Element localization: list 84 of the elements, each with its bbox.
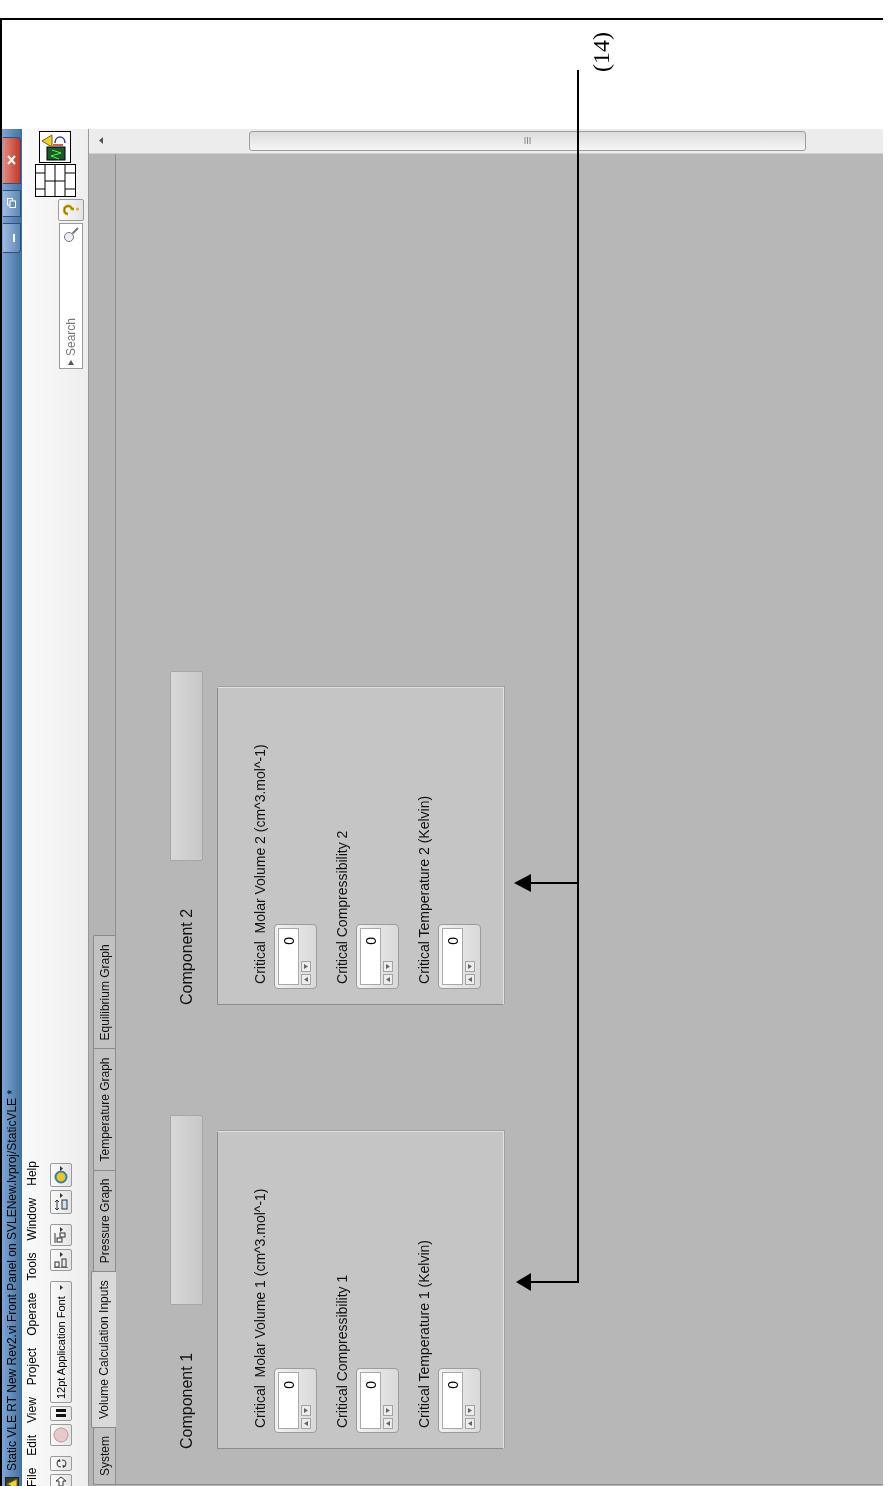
up-arrow-icon [468, 976, 472, 982]
field-label: Critical Molar Volume 1 (cm^3.mol^-1) [251, 1188, 269, 1428]
run-continuously-button[interactable] [50, 1456, 72, 1471]
menu-item[interactable]: Project [25, 1347, 39, 1386]
increment-button[interactable] [301, 973, 311, 985]
caret-icon [59, 1285, 63, 1291]
numeric-field[interactable]: 0 [360, 1372, 381, 1429]
field-label: Critical Temperature 2 (Kelvin) [415, 795, 433, 984]
align-button[interactable] [50, 1249, 72, 1272]
close-button[interactable] [3, 137, 21, 184]
question-mark-icon [63, 203, 79, 217]
up-arrow-icon [304, 976, 308, 982]
decrement-button[interactable] [383, 960, 393, 972]
grip-icon [524, 137, 531, 145]
menu-item[interactable]: View [25, 1397, 39, 1423]
maximize-button[interactable] [3, 190, 21, 217]
restore-icon [7, 198, 16, 209]
circular-arrows-icon [55, 1458, 67, 1469]
menu-item[interactable]: Tools [25, 1252, 39, 1281]
decrement-button[interactable] [301, 1405, 311, 1416]
run-arrow-icon [55, 1476, 67, 1486]
scroll-thumb[interactable] [249, 131, 806, 151]
search-icon[interactable] [63, 227, 79, 243]
down-arrow-icon [386, 963, 390, 969]
numeric-field[interactable]: 0 [442, 1372, 463, 1429]
help-button[interactable] [58, 199, 84, 221]
numeric-field[interactable]: 0 [278, 1372, 299, 1429]
pause-button[interactable] [50, 1406, 72, 1421]
field-label: Critical Temperature 1 (Kelvin) [415, 1239, 433, 1428]
up-arrow-icon [99, 137, 103, 145]
menu-item[interactable]: Edit [25, 1434, 39, 1456]
decrement-button[interactable] [383, 1405, 393, 1416]
decrement-button[interactable] [465, 1405, 475, 1416]
increment-button[interactable] [465, 1418, 475, 1429]
dropdown-triangle-icon[interactable] [68, 360, 74, 365]
close-icon [7, 155, 16, 166]
tab[interactable]: Temperature Graph [93, 1048, 116, 1171]
resize-objects-icon [54, 1193, 68, 1212]
component-label: Component 2 [177, 908, 196, 1005]
menu-item[interactable]: Help [25, 1161, 39, 1186]
numeric-field[interactable]: 0 [278, 927, 299, 985]
down-arrow-icon [468, 1408, 472, 1413]
up-arrow-icon [468, 1421, 472, 1426]
field-label: Critical Compressibility 1 [333, 1274, 351, 1428]
tab[interactable]: Equilibrium Graph [93, 935, 116, 1050]
reorder-button[interactable] [50, 1163, 72, 1188]
numeric-field[interactable]: 0 [360, 927, 381, 985]
increment-button[interactable] [301, 1418, 311, 1429]
menu-item[interactable]: Operate [25, 1292, 39, 1336]
down-arrow-icon [304, 1408, 308, 1413]
decrement-button[interactable] [301, 960, 311, 972]
resize-button[interactable] [50, 1190, 72, 1215]
numeric-field[interactable]: 0 [442, 927, 463, 985]
pause-icon [56, 1409, 66, 1418]
menu-item[interactable]: Window [25, 1197, 39, 1241]
down-arrow-icon [468, 963, 472, 969]
down-arrow-icon [304, 963, 308, 969]
up-arrow-icon [304, 1421, 308, 1426]
window-title: Static VLE RT New Rev2.vi Front Panel on SVLENew.lvproj/StaticVLE * [5, 1088, 19, 1471]
up-arrow-icon [386, 976, 390, 982]
field-label: Critical Molar Volume 2 (cm^3.mol^-1) [251, 744, 269, 984]
field-label: Critical Compressibility 2 [333, 830, 351, 984]
minimize-button[interactable] [3, 223, 21, 253]
increment-button[interactable] [383, 1418, 393, 1429]
vi-icon [39, 131, 71, 163]
component-label: Component 1 [177, 1352, 196, 1449]
align-objects-icon [54, 1252, 68, 1269]
stop-circle-icon [53, 1427, 69, 1443]
search-field[interactable]: Search [59, 223, 83, 369]
increment-button[interactable] [465, 973, 475, 985]
increment-button[interactable] [383, 973, 393, 985]
connector-pane-icon [34, 164, 76, 197]
menu-item[interactable]: File [25, 1467, 39, 1486]
font-dropdown[interactable]: 12pt Application Font [50, 1281, 72, 1403]
up-arrow-icon [386, 1421, 390, 1426]
distribute-objects-icon [54, 1227, 68, 1244]
scrollbar[interactable] [89, 129, 883, 154]
tab[interactable]: Volume Calculation Inputs [91, 1271, 116, 1428]
distribute-button[interactable] [50, 1224, 72, 1247]
reorder-objects-icon [54, 1166, 68, 1185]
decrement-button[interactable] [465, 960, 475, 972]
reference-numeral: (14) [588, 32, 615, 72]
down-arrow-icon [386, 1408, 390, 1413]
run-button[interactable] [50, 1474, 72, 1486]
